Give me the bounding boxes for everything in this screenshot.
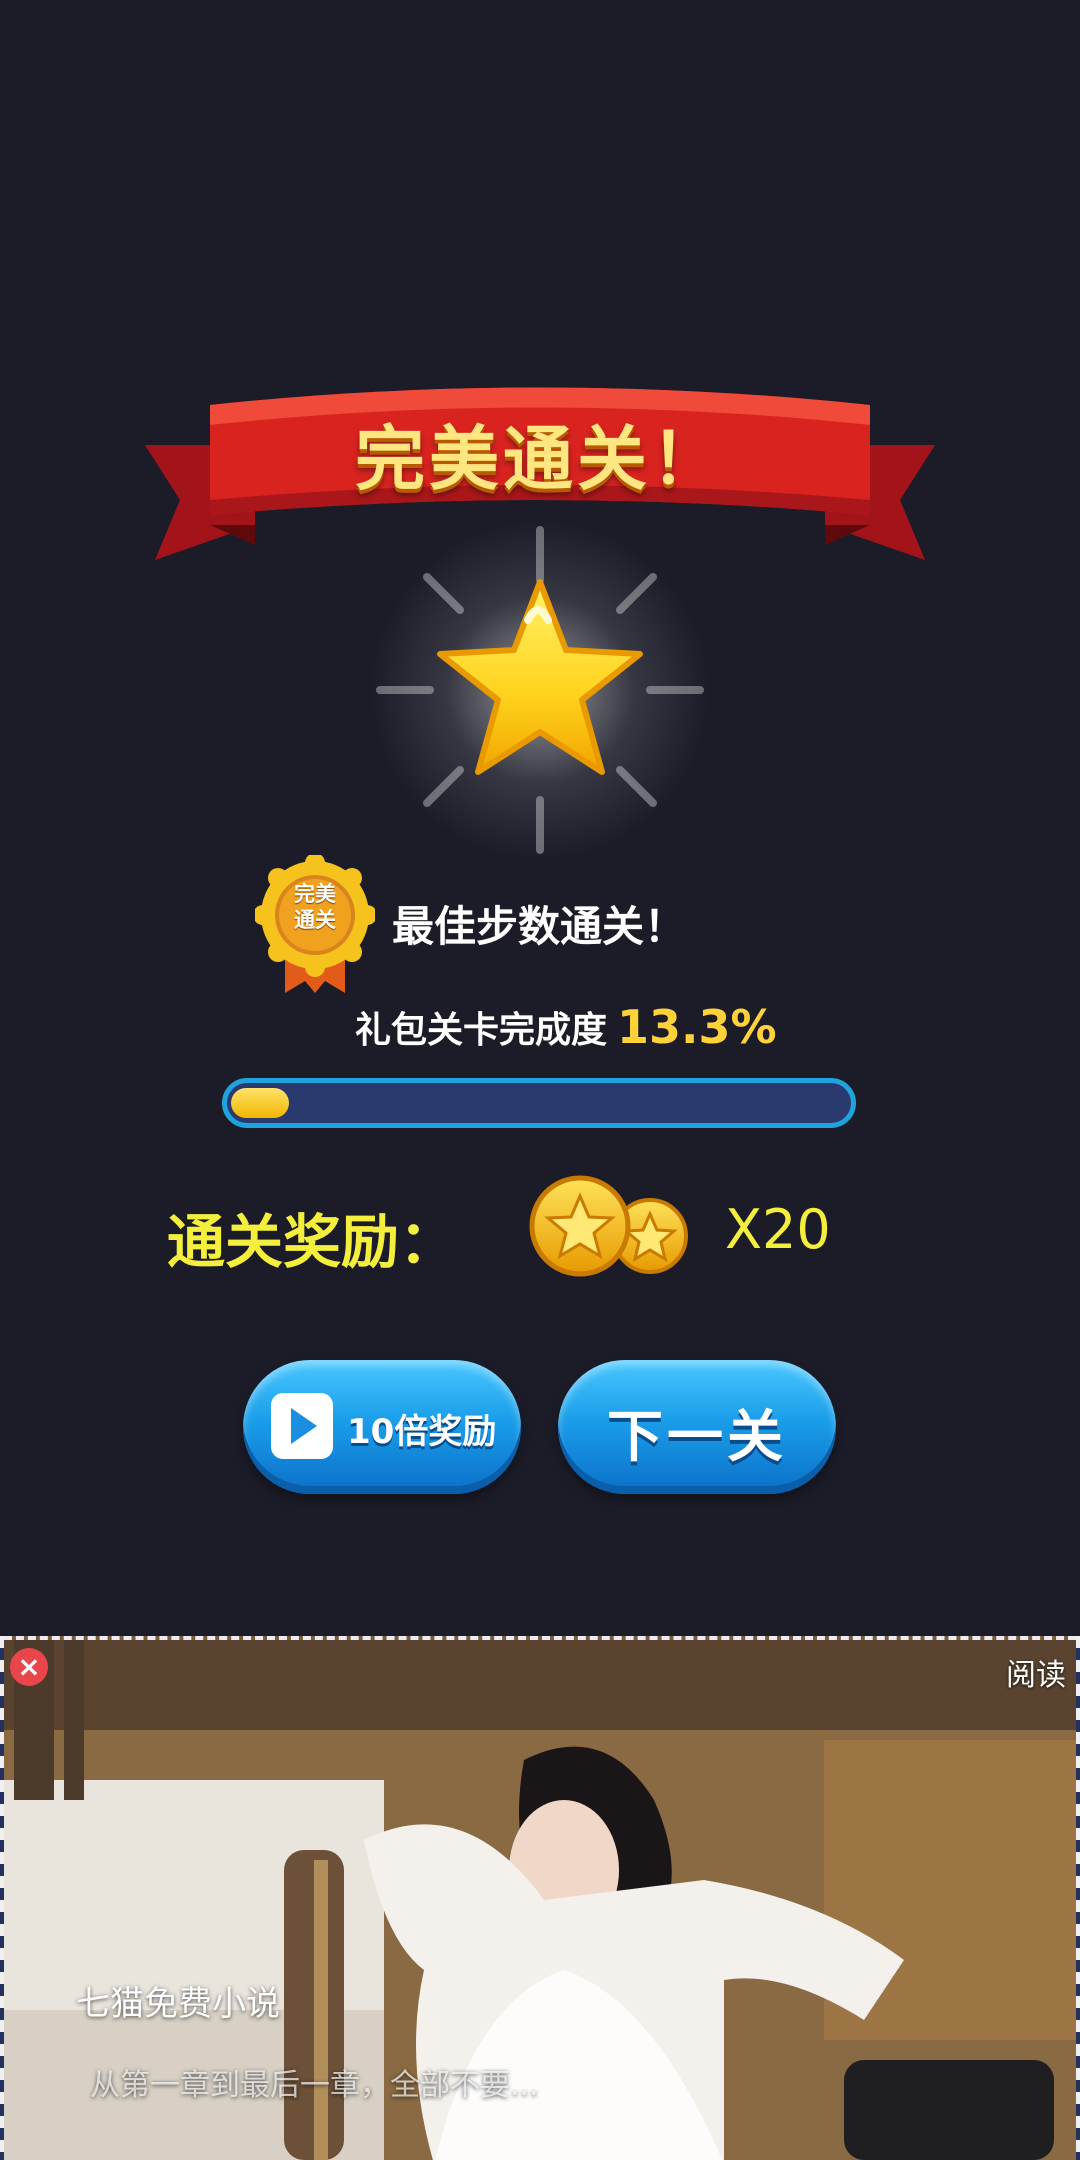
next-level-label: 下一关 — [607, 1405, 787, 1470]
video-play-icon — [271, 1393, 333, 1459]
best-steps-text: 最佳步数通关！ — [392, 902, 687, 951]
ad-banner[interactable]: × 阅读 七猫免费小说 从第一章到最后一章，全部不要... — [4, 1636, 1076, 2160]
completion-row: 礼包关卡完成度 13.3% — [355, 1000, 777, 1054]
reward-label: 通关奖励： — [167, 1208, 458, 1276]
banner-title: 完美通关！ — [355, 418, 725, 500]
next-level-button[interactable]: 下一关 — [558, 1360, 836, 1494]
ad-read-label[interactable]: 阅读 — [1006, 1650, 1066, 1694]
gold-coins-icon — [528, 1172, 698, 1282]
ad-close-icon[interactable]: × — [10, 1648, 48, 1686]
badge-line-2: 通关 — [294, 908, 336, 932]
star-icon — [360, 510, 720, 870]
progress-fill — [231, 1088, 289, 1118]
completion-value: 13.3% — [617, 1000, 777, 1054]
badge-line-1: 完美 — [294, 882, 336, 906]
ad-brand: 七猫免费小说 — [76, 1984, 280, 2024]
completion-label: 礼包关卡完成度 — [355, 1010, 608, 1051]
ten-times-reward-label: 10倍奖励 — [347, 1412, 497, 1452]
ten-times-reward-button[interactable]: 10倍奖励 — [243, 1360, 521, 1494]
ad-description: 从第一章到最后一章，全部不要... — [90, 2068, 539, 2103]
perfect-clear-badge-icon: 完美 通关 — [255, 855, 375, 995]
reward-count: X20 — [725, 1198, 831, 1261]
completion-progress-bar — [222, 1078, 856, 1128]
